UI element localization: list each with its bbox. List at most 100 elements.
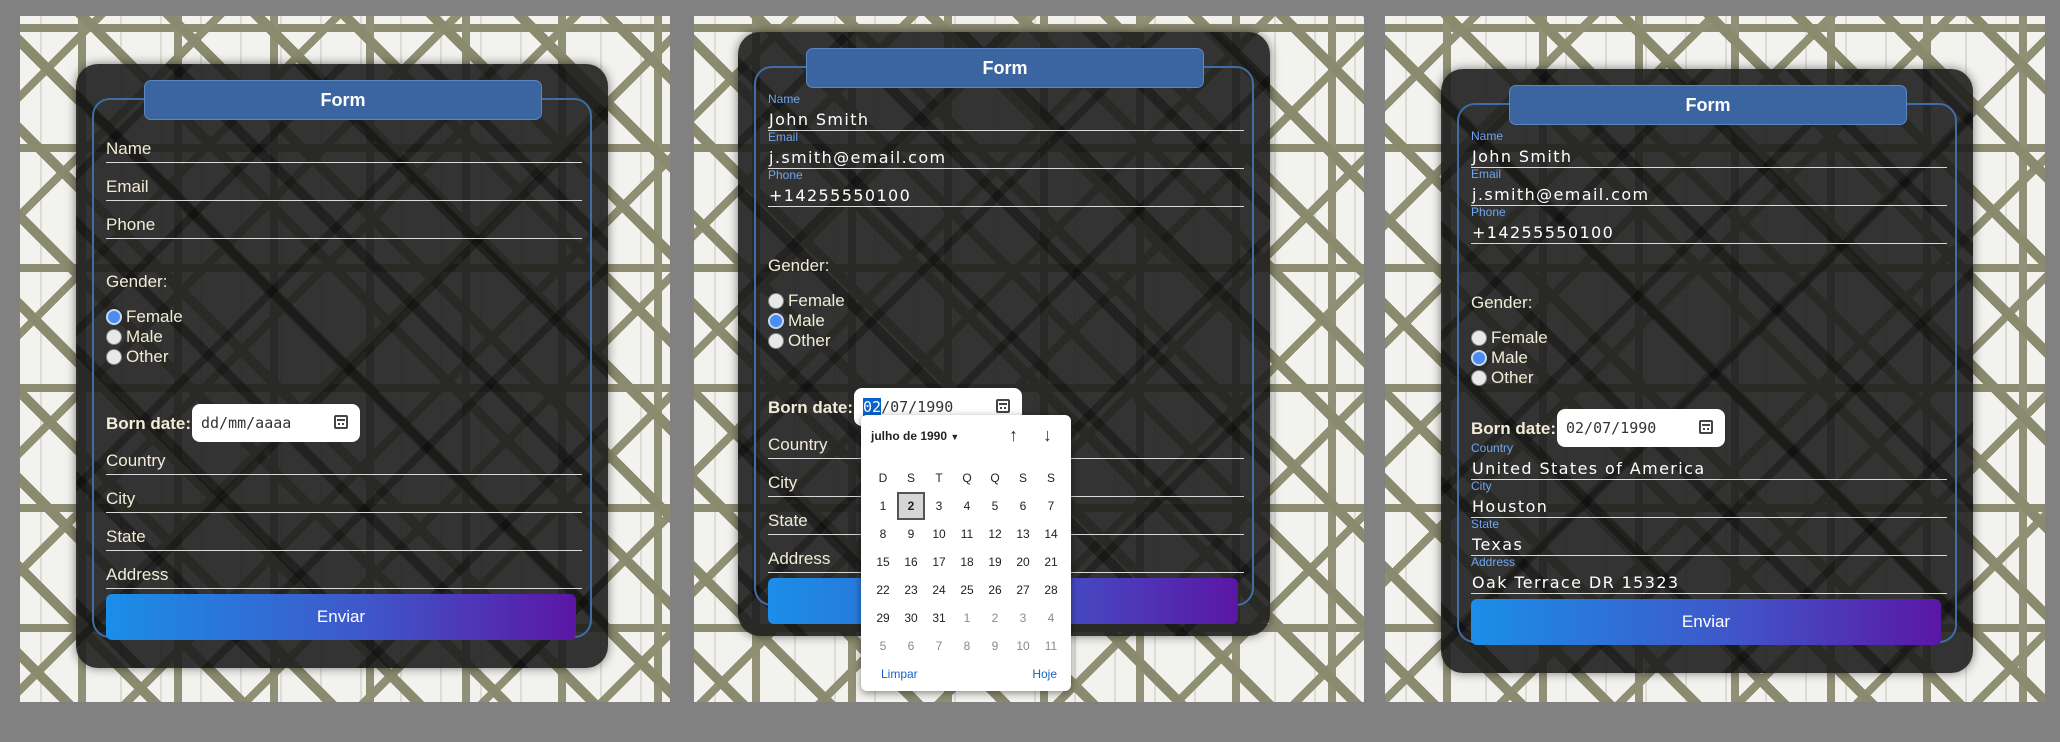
phone-field[interactable]: Phone +14255550100 <box>1471 205 1947 244</box>
calendar-day[interactable]: 24 <box>925 576 953 604</box>
calendar-day[interactable]: 6 <box>897 632 925 660</box>
radio-dot[interactable] <box>1471 350 1487 366</box>
born-date-label: Born date: <box>106 414 191 433</box>
calendar-day[interactable]: 8 <box>953 632 981 660</box>
calendar-day[interactable]: 20 <box>1009 548 1037 576</box>
calendar-day[interactable]: 28 <box>1037 576 1065 604</box>
clear-button[interactable]: Limpar <box>881 667 918 681</box>
arrow-down-icon[interactable]: ↓ <box>1043 425 1052 446</box>
radio-dot[interactable] <box>768 333 784 349</box>
calendar-day[interactable]: 7 <box>925 632 953 660</box>
phone-field[interactable]: Phone +14255550100 <box>768 168 1244 207</box>
email-field[interactable]: Email j.smith@email.com <box>1471 167 1947 206</box>
calendar-day[interactable]: 3 <box>925 492 953 520</box>
calendar-day[interactable]: 1 <box>869 492 897 520</box>
country-field[interactable]: Country United States of America <box>1471 441 1947 480</box>
radio-dot[interactable] <box>1471 330 1487 346</box>
calendar-day[interactable]: 27 <box>1009 576 1037 604</box>
radio-label: Female <box>1491 328 1548 347</box>
calendar-day[interactable]: 10 <box>925 520 953 548</box>
calendar-day[interactable]: 10 <box>1009 632 1037 660</box>
calendar-day[interactable]: 6 <box>1009 492 1037 520</box>
today-button[interactable]: Hoje <box>1032 667 1057 681</box>
name-field[interactable]: Name <box>106 124 582 163</box>
calendar-icon[interactable] <box>1699 420 1713 434</box>
calendar-day[interactable]: 9 <box>981 632 1009 660</box>
date-day-segment[interactable]: 02 <box>863 398 882 416</box>
radio-dot[interactable] <box>1471 370 1487 386</box>
state-field[interactable]: State Texas <box>1471 517 1947 556</box>
calendar-day[interactable]: 19 <box>981 548 1009 576</box>
calendar-icon[interactable] <box>334 415 348 429</box>
arrow-up-icon[interactable]: ↑ <box>1009 425 1018 446</box>
city-field[interactable]: City Houston <box>1471 479 1947 518</box>
email-value: j.smith@email.com <box>1472 185 1650 204</box>
calendar-day[interactable]: 2 <box>981 604 1009 632</box>
calendar-day[interactable]: 23 <box>897 576 925 604</box>
calendar-day[interactable]: 8 <box>869 520 897 548</box>
email-field[interactable]: Email <box>106 162 582 201</box>
name-field[interactable]: Name John Smith <box>1471 129 1947 168</box>
gender-label: Gender: <box>1471 293 1533 312</box>
calendar-day[interactable]: 5 <box>869 632 897 660</box>
city-field[interactable]: City <box>106 474 582 513</box>
calendar-day[interactable]: 11 <box>953 520 981 548</box>
calendar-day[interactable]: 17 <box>925 548 953 576</box>
radio-dot[interactable] <box>768 313 784 329</box>
radio-female[interactable]: Female <box>768 291 845 311</box>
radio-other[interactable]: Other <box>1471 368 1534 388</box>
name-value: John Smith <box>769 110 870 129</box>
date-rest-segment[interactable]: /07/1990 <box>881 398 953 416</box>
calendar-day[interactable]: 12 <box>981 520 1009 548</box>
calendar-icon[interactable] <box>996 399 1010 413</box>
calendar-day[interactable]: 16 <box>897 548 925 576</box>
address-field[interactable]: Address <box>106 550 582 589</box>
phone-field[interactable]: Phone <box>106 200 582 239</box>
radio-dot[interactable] <box>106 329 122 345</box>
calendar-day[interactable]: 9 <box>897 520 925 548</box>
calendar-day[interactable]: 26 <box>981 576 1009 604</box>
calendar-day[interactable]: 21 <box>1037 548 1065 576</box>
address-field[interactable]: Address Oak Terrace DR 15323 <box>1471 555 1947 594</box>
submit-button[interactable]: Enviar <box>1471 599 1941 645</box>
month-selector[interactable]: julho de 1990 ▼ <box>871 429 959 443</box>
weekday-header: Q <box>962 471 972 485</box>
calendar-day[interactable]: 22 <box>869 576 897 604</box>
radio-dot[interactable] <box>106 349 122 365</box>
calendar-day[interactable]: 2 <box>897 492 925 520</box>
name-field[interactable]: Name John Smith <box>768 92 1244 131</box>
calendar-day[interactable]: 31 <box>925 604 953 632</box>
calendar-day[interactable]: 25 <box>953 576 981 604</box>
radio-male[interactable]: Male <box>106 327 163 347</box>
calendar-day[interactable]: 15 <box>869 548 897 576</box>
state-field[interactable]: State <box>106 512 582 551</box>
form-title: Form <box>1509 85 1907 125</box>
radio-female[interactable]: Female <box>106 307 183 327</box>
phone-value: +14255550100 <box>769 186 912 205</box>
country-field[interactable]: Country <box>106 436 582 475</box>
form-card: Form Name Email Phone Gender: Female Mal… <box>76 64 608 668</box>
radio-dot[interactable] <box>768 293 784 309</box>
radio-male[interactable]: Male <box>1471 348 1528 368</box>
radio-dot[interactable] <box>106 309 122 325</box>
calendar-day[interactable]: 13 <box>1009 520 1037 548</box>
submit-button[interactable]: Enviar <box>106 594 576 640</box>
calendar-day[interactable]: 1 <box>953 604 981 632</box>
country-placeholder: Country <box>768 435 828 454</box>
calendar-day[interactable]: 3 <box>1009 604 1037 632</box>
radio-other[interactable]: Other <box>768 331 831 351</box>
calendar-day[interactable]: 29 <box>869 604 897 632</box>
radio-other[interactable]: Other <box>106 347 169 367</box>
calendar-day[interactable]: 11 <box>1037 632 1065 660</box>
calendar-day[interactable]: 7 <box>1037 492 1065 520</box>
radio-female[interactable]: Female <box>1471 328 1548 348</box>
caret-down-icon: ▼ <box>950 432 960 442</box>
calendar-day[interactable]: 5 <box>981 492 1009 520</box>
calendar-day[interactable]: 18 <box>953 548 981 576</box>
calendar-day[interactable]: 30 <box>897 604 925 632</box>
calendar-day[interactable]: 4 <box>1037 604 1065 632</box>
calendar-day[interactable]: 4 <box>953 492 981 520</box>
calendar-day[interactable]: 14 <box>1037 520 1065 548</box>
email-field[interactable]: Email j.smith@email.com <box>768 130 1244 169</box>
radio-male[interactable]: Male <box>768 311 825 331</box>
